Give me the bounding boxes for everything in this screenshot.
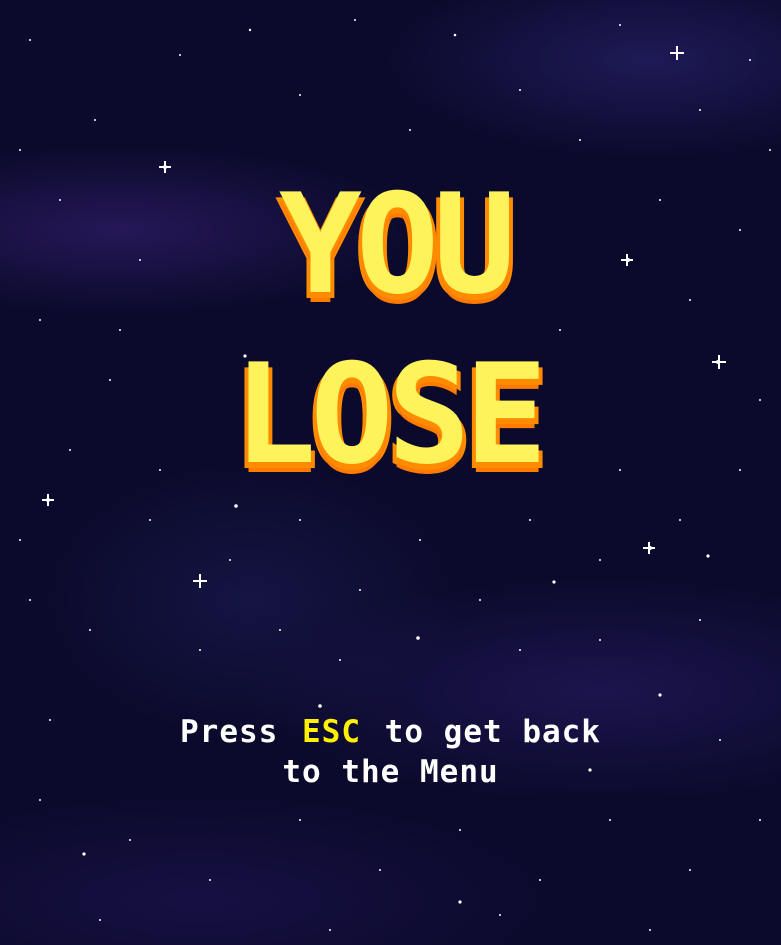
- hint-prefix: Press: [180, 714, 279, 750]
- game-over-title: YOU LOSE: [0, 160, 781, 500]
- title-line-lose: LOSE: [233, 334, 547, 495]
- title-line-you: YOU: [278, 164, 516, 325]
- hint-line-1: Press ESC to get back: [0, 712, 781, 752]
- esc-key-label: ESC: [302, 714, 361, 750]
- hint-suffix: to get back: [384, 714, 601, 750]
- game-over-screen: YOU LOSE Press ESC to get back to the Me…: [0, 0, 781, 945]
- return-to-menu-hint: Press ESC to get back to the Menu: [0, 712, 781, 792]
- hint-line-2: to the Menu: [282, 754, 499, 790]
